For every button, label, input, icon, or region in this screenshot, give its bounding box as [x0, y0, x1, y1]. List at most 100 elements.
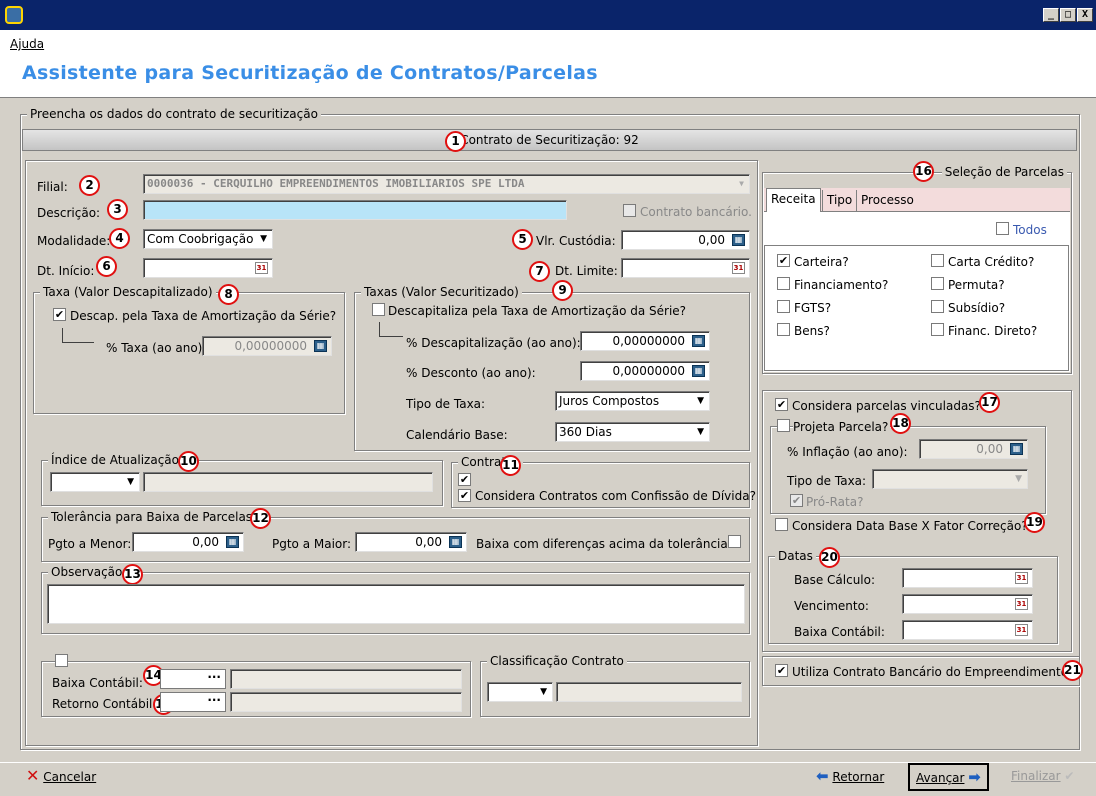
badge-4: 4 [109, 228, 130, 249]
descapitalizacao-input[interactable]: 0,00000000 ▦ [580, 331, 710, 351]
data-base-checkbox[interactable] [775, 518, 788, 531]
financiamento-checkbox[interactable] [777, 277, 790, 290]
finish-button[interactable]: Finalizar ✔ [1005, 764, 1080, 790]
vencimento-label: Vencimento: [794, 599, 869, 613]
dt-inicio-input[interactable]: 31 [143, 258, 273, 278]
utiliza-checkbox[interactable]: ✔ [775, 664, 788, 677]
filial-select[interactable]: 0000036 - CERQUILHO EMPREENDIMENTOS IMOB… [143, 174, 750, 194]
badge-19: 19 [1024, 512, 1045, 533]
desconto-input[interactable]: 0,00000000 ▦ [580, 361, 710, 381]
modalidade-select[interactable]: Com Coobrigação ▼ [143, 229, 273, 249]
todos-checkbox[interactable] [996, 222, 1009, 235]
descricao-input[interactable] [143, 200, 567, 220]
carta-credito-label: Carta Crédito? [948, 255, 1035, 269]
descap-taxa-checkbox[interactable]: ✔ [53, 308, 66, 321]
maximize-button[interactable]: □ [1060, 8, 1076, 22]
carta-credito-checkbox[interactable] [931, 254, 944, 267]
calculator-icon[interactable]: ▦ [692, 365, 705, 377]
carteira-checkbox[interactable]: ✔ [777, 254, 790, 267]
prorata-checkbox[interactable]: ✔ [790, 494, 803, 507]
vinc-tipo-taxa-select[interactable]: ▼ [872, 469, 1028, 489]
bens-checkbox[interactable] [777, 323, 790, 336]
contabil-checkbox[interactable] [55, 654, 68, 667]
calendario-select[interactable]: 360 Dias ▼ [555, 422, 710, 442]
calendar-icon[interactable]: 31 [1015, 598, 1028, 610]
calendar-icon[interactable]: 31 [1015, 624, 1028, 636]
todos-label: Todos [1013, 223, 1047, 237]
calculator-icon[interactable]: ▦ [314, 340, 327, 352]
observacao-textarea[interactable] [47, 584, 745, 624]
calendario-value: 360 Dias [559, 425, 612, 439]
badge-20: 20 [819, 547, 840, 568]
indice-select[interactable]: ▼ [50, 472, 140, 492]
modalidade-value: Com Coobrigação [147, 232, 254, 246]
back-button[interactable]: ⬅ Retornar [810, 764, 890, 790]
tipo-taxa-select[interactable]: Juros Compostos ▼ [555, 391, 710, 411]
main-group-legend: Preencha os dados do contrato de securit… [27, 107, 321, 121]
calculator-icon[interactable]: ▦ [692, 335, 705, 347]
permuta-checkbox[interactable] [931, 277, 944, 290]
vencimento-input[interactable]: 31 [902, 594, 1033, 614]
tab-tipo[interactable]: Tipo [822, 190, 856, 212]
projeta-checkbox[interactable] [777, 419, 790, 432]
pgto-maior-input[interactable]: 0,00 ▦ [355, 532, 467, 552]
minimize-button[interactable]: _ [1043, 8, 1059, 22]
calculator-icon[interactable]: ▦ [732, 234, 745, 246]
contrato-bancario-label: Contrato bancário. [640, 205, 752, 219]
retorno-contabil-lookup[interactable]: ··· [160, 692, 226, 712]
close-button[interactable]: X [1077, 8, 1093, 22]
subsidio-checkbox[interactable] [931, 300, 944, 313]
financ-direto-checkbox[interactable] [931, 323, 944, 336]
tipo-taxa-value: Juros Compostos [559, 394, 660, 408]
tab-receita[interactable]: Receita [766, 188, 821, 212]
datas-baixa-label: Baixa Contábil: [794, 625, 885, 639]
retorno-contabil-label: Retorno Contábil: [52, 697, 157, 711]
vlr-custodia-label: Vlr. Custódia: [536, 234, 616, 248]
pgto-menor-label: Pgto a Menor: [48, 537, 132, 551]
tipo-taxa-label: Tipo de Taxa: [406, 397, 486, 411]
inflacao-input[interactable]: 0,00 ▦ [919, 439, 1028, 459]
datas-baixa-input[interactable]: 31 [902, 620, 1033, 640]
calculator-icon[interactable]: ▦ [226, 536, 239, 548]
inflacao-value: 0,00 [976, 442, 1003, 456]
calculator-icon[interactable]: ▦ [1010, 443, 1023, 455]
base-calculo-label: Base Cálculo: [794, 573, 876, 587]
taxa-ano-input[interactable]: 0,00000000 ▦ [202, 336, 332, 356]
pgto-menor-input[interactable]: 0,00 ▦ [132, 532, 244, 552]
pgto-maior-value: 0,00 [415, 535, 442, 549]
classificacao-select[interactable]: ▼ [487, 682, 553, 702]
calculator-icon[interactable]: ▦ [449, 536, 462, 548]
badge-2: 2 [79, 175, 100, 196]
calendar-icon[interactable]: 31 [255, 262, 268, 274]
contratos-checkbox[interactable]: ✔ [458, 473, 471, 486]
chevron-down-icon: ▼ [739, 179, 744, 188]
badge-11: 11 [500, 455, 521, 476]
cancel-button[interactable]: ✕ Cancelar [20, 764, 102, 790]
dt-limite-input[interactable]: 31 [621, 258, 750, 278]
baixa-tolerancia-checkbox[interactable] [728, 535, 741, 548]
badge-18: 18 [890, 413, 911, 434]
calendar-icon[interactable]: 31 [1015, 572, 1028, 584]
descapitaliza-checkbox[interactable] [372, 303, 385, 316]
calendar-icon[interactable]: 31 [732, 262, 745, 274]
confissao-checkbox[interactable]: ✔ [458, 489, 471, 502]
contrato-bancario-checkbox[interactable] [623, 204, 636, 217]
badge-10: 10 [178, 451, 199, 472]
baixa-contabil-lookup[interactable]: ··· [160, 669, 226, 689]
badge-6: 6 [96, 256, 117, 277]
base-calculo-input[interactable]: 31 [902, 568, 1033, 588]
pgto-maior-label: Pgto a Maior: [272, 537, 352, 551]
contract-header: Contrato de Securitização: 92 [22, 129, 1077, 151]
tab-processo[interactable]: Processo [856, 190, 918, 212]
menu-help[interactable]: Ajuda [10, 37, 44, 51]
next-button[interactable]: Avançar ➡ [908, 763, 989, 791]
badge-17: 17 [979, 392, 1000, 413]
chevron-down-icon: ▼ [1015, 474, 1022, 484]
fgts-checkbox[interactable] [777, 300, 790, 313]
chevron-down-icon: ▼ [260, 234, 267, 244]
vlr-custodia-input[interactable]: 0,00 ▦ [621, 230, 750, 250]
vinculadas-checkbox[interactable]: ✔ [775, 398, 788, 411]
calendario-label: Calendário Base: [406, 428, 508, 442]
utiliza-label: Utiliza Contrato Bancário do Empreendime… [792, 665, 1075, 679]
retorno-contabil-description [230, 692, 462, 712]
